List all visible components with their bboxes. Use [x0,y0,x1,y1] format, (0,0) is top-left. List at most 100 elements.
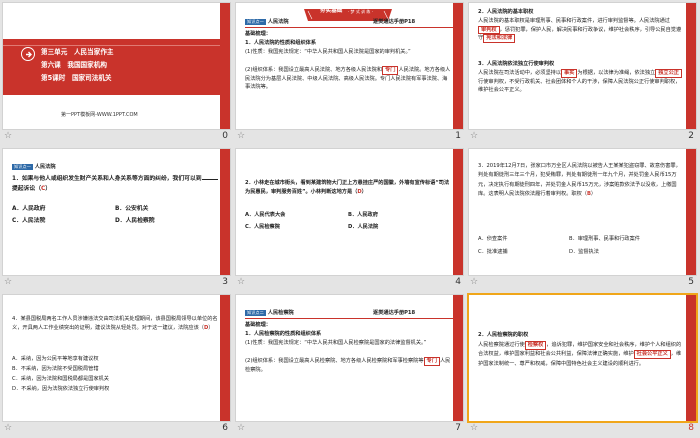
slide-thumbnail-5[interactable]: 3．2019年12月7日，张家口市万全区人民法院以被告人王某某犯盗窃罪、故意伤害… [468,148,697,276]
slide-cell-4[interactable]: 2．小林走在城市街头，看到某建筑物大门正上方悬挂庄严的国徽，外墙有宣传标语“司法… [233,146,466,292]
knowledge-tag: 知识点一 [245,18,266,25]
slide-footer-7: ☆ 7 [235,422,464,437]
knowledge-heading: 知识点一 人民法院 [245,18,289,27]
knowledge-tag: 知识点一 [12,163,33,170]
answer-box: 专门 [382,66,399,75]
star-icon[interactable]: ☆ [4,277,12,287]
point-paragraph: 人民法院在司法活动中，必须坚持以 事实 为根据，以法律为准绳，依法独立 独立公正行使审… [478,69,684,95]
point-paragraph: 人民检察院通过行使 检察权 ，追诉犯罪，维护国家安全和社会秩序，维护个人和组织的合法… [478,341,684,369]
unit-title: 第三单元 人民当家作主 [41,48,114,56]
para-text: 人民检察院通过行使 [478,342,525,348]
answer-box: 独立公正 [655,69,682,78]
basic-sort: 基础梳理： [245,322,271,328]
option-c: C．采纳，因为法院和国税局都是国家机关 [12,376,109,382]
slide-thumbnail-7[interactable]: 知识点二 人民检察院 逐类通达手册P18 基础梳理： 1．人民检察院的性质和组织体… [235,294,464,422]
point-paragraph: 人民法院的基本职权是审理刑事、民事和行政案件，进行审判监督等。人民法院通过审判权… [478,17,684,43]
slide-footer-8: ☆ 8 [468,422,697,437]
knowledge-heading: 知识点一 人民法院 [12,163,56,172]
option-b: B．人民政府 [348,212,378,218]
star-icon[interactable]: ☆ [470,423,478,433]
point-heading: 1．人民检察院的性质和组织体系 [245,331,322,337]
slide-thumbnail-0[interactable]: 第三单元 人民当家作主 第六课 我国国家机构 第5课时 国家司法机关 第一PPT… [2,2,231,130]
para-text: 人民法院的基本职权是审理刑事、民事和行政案件，进行审判监督等。人民法院通过 [478,18,670,24]
option-d: D．监督执法 [569,249,599,255]
para-text: (2)组织体系：我国设立最高人民法院、地方各级人民法院和 [245,67,383,73]
question-text: ） [45,186,52,192]
star-icon[interactable]: ☆ [237,131,245,141]
slide-footer-5: ☆ 5 [468,276,697,291]
divider [245,318,453,319]
question-text: 3．2019年12月7日，张家口市万全区人民法院以被告人王某某犯盗窃罪、故意伤害… [478,163,681,198]
answer-box: 审判权 [478,25,500,35]
answer-blank [201,179,218,180]
slide-thumbnail-8[interactable]: 2．人民检察院的职权 人民检察院通过行使 检察权 ，追诉犯罪，维护国家安全和社会秩序… [467,293,698,423]
arrow-circle-icon [21,47,35,61]
option-a: A．侦查案件 [478,236,508,242]
slide-cell-1[interactable]: 夯实基础 · 梦 式 训 练 · 知识点一 人民法院 逐类通达手册P18 基础梳理… [233,0,466,146]
slide-footer-6: ☆ 6 [2,422,231,437]
option-d: D．人民检察院 [115,218,155,224]
answer-box: 事实 [561,69,578,78]
star-icon[interactable]: ☆ [237,277,245,287]
slide-red-bar [686,295,696,421]
point-heading: 3．人民法院依法独立行使审判权 [478,61,555,67]
answer-box: 宪法和法律 [483,34,516,43]
question-text: ） [208,324,214,331]
slide-cell-0[interactable]: 第三单元 人民当家作主 第六课 我国国家机构 第5课时 国家司法机关 第一PPT… [0,0,233,146]
para-text: 行使审判权，不受行政机关、社会团体和个人的干涉，保障人民法院公正行使审判职权，维… [478,78,681,94]
slide-cell-7[interactable]: 知识点二 人民检察院 逐类通达手册P18 基础梳理： 1．人民检察院的性质和组织体… [233,292,466,438]
band-line [3,45,230,46]
slide-cell-3[interactable]: 知识点一 人民法院 1．如果与他人或组织发生财产关系和人身关系等方面的纠纷，我们可… [0,146,233,292]
slide-thumbnail-2[interactable]: 2．人民法院的基本职权 人民法院的基本职权是审理刑事、民事和行政案件，进行审判监… [468,2,697,130]
star-icon[interactable]: ☆ [470,131,478,141]
star-icon[interactable]: ☆ [470,277,478,287]
slide-cell-5[interactable]: 3．2019年12月7日，张家口市万全区人民法院以被告人王某某犯盗窃罪、故意伤害… [466,146,699,292]
title-band [3,39,230,95]
slide-thumbnail-3[interactable]: 知识点一 人民法院 1．如果与他人或组织发生财产关系和人身关系等方面的纠纷，我们可… [2,148,231,276]
slide-footer-1: ☆ 1 [235,130,464,145]
star-icon[interactable]: ☆ [4,423,12,433]
option-c: C．人民检察院 [245,224,280,230]
question-stem: 4．某县国税局两名工作人员涉嫌违法交由司法机关处理期间，该县国税局领导以单位的名… [12,315,218,332]
option-c: C．批准逮捕 [478,249,508,255]
option-b: B．审理刑事、民事和行政案件 [569,236,640,242]
handbook-ref: 逐类通达手册P18 [373,310,416,316]
slide-number: 8 [688,423,694,433]
slide-red-bar [453,149,463,275]
slide-thumbnail-6[interactable]: 4．某县国税局两名工作人员涉嫌违法交由司法机关处理期间，该县国税局领导以单位的名… [2,294,231,422]
option-c: C．人民法院 [12,218,46,224]
question-stem: 3．2019年12月7日，张家口市万全区人民法院以被告人王某某犯盗窃罪、故意伤害… [478,162,684,200]
star-icon[interactable]: ☆ [4,131,12,141]
slide-red-bar [686,3,696,129]
slide-thumbnail-1[interactable]: 夯实基础 · 梦 式 训 练 · 知识点一 人民法院 逐类通达手册P18 基础梳理… [235,2,464,130]
slide-top-white [3,3,230,21]
template-footer: 第一PPT模板网-WWW.1PPT.COM [61,112,138,118]
question-text: ） [361,188,367,195]
option-d: D．人民法院 [348,224,379,230]
question-text: 2．小林走在城市街头，看到某建筑物大门正上方悬挂庄严的国徽，外墙有宣传标语“司法… [245,180,450,195]
slide-cell-8[interactable]: 2．人民检察院的职权 人民检察院通过行使 检察权 ，追诉犯罪，维护国家安全和社会秩序… [466,292,699,438]
slide-red-bar [220,3,230,129]
slide-number: 2 [688,131,694,141]
slide-cell-2[interactable]: 2．人民法院的基本职权 人民法院的基本职权是审理刑事、民事和行政案件，进行审判监… [466,0,699,146]
answer-box: 社会公平正义 [633,350,671,359]
question-stem: 2．小林走在城市街头，看到某建筑物大门正上方悬挂庄严的国徽，外墙有宣传标语“司法… [245,179,451,196]
slide-red-bar [686,149,696,275]
slide-number: 5 [688,277,694,287]
lesson-title: 第六课 我国国家机构 [41,61,107,69]
question-text: 4．某县国税局两名工作人员涉嫌违法交由司法机关处理期间，该县国税局领导以单位的名… [12,316,218,331]
slide-number: 0 [222,131,228,141]
section-header-sub: · 梦 式 训 练 · [348,9,373,14]
option-b: B．不采纳，因为法院不受国税局管辖 [12,366,99,372]
slide-red-bar [220,149,230,275]
question-text: ） [590,191,597,198]
point-heading: 2．人民检察院的职权 [478,332,529,338]
slide-thumbnail-4[interactable]: 2．小林走在城市街头，看到某建筑物大门正上方悬挂庄严的国徽，外墙有宣传标语“司法… [235,148,464,276]
star-icon[interactable]: ☆ [237,423,245,433]
slide-number: 1 [455,131,461,141]
slide-footer-3: ☆ 3 [2,276,231,291]
knowledge-title: 人民法院 [34,164,56,170]
option-a: A．采纳，因为公民平等地享有建议权 [12,356,99,362]
slide-cell-6[interactable]: 4．某县国税局两名工作人员涉嫌违法交由司法机关处理期间，该县国税局领导以单位的名… [0,292,233,438]
knowledge-title: 人民检察院 [267,310,294,316]
